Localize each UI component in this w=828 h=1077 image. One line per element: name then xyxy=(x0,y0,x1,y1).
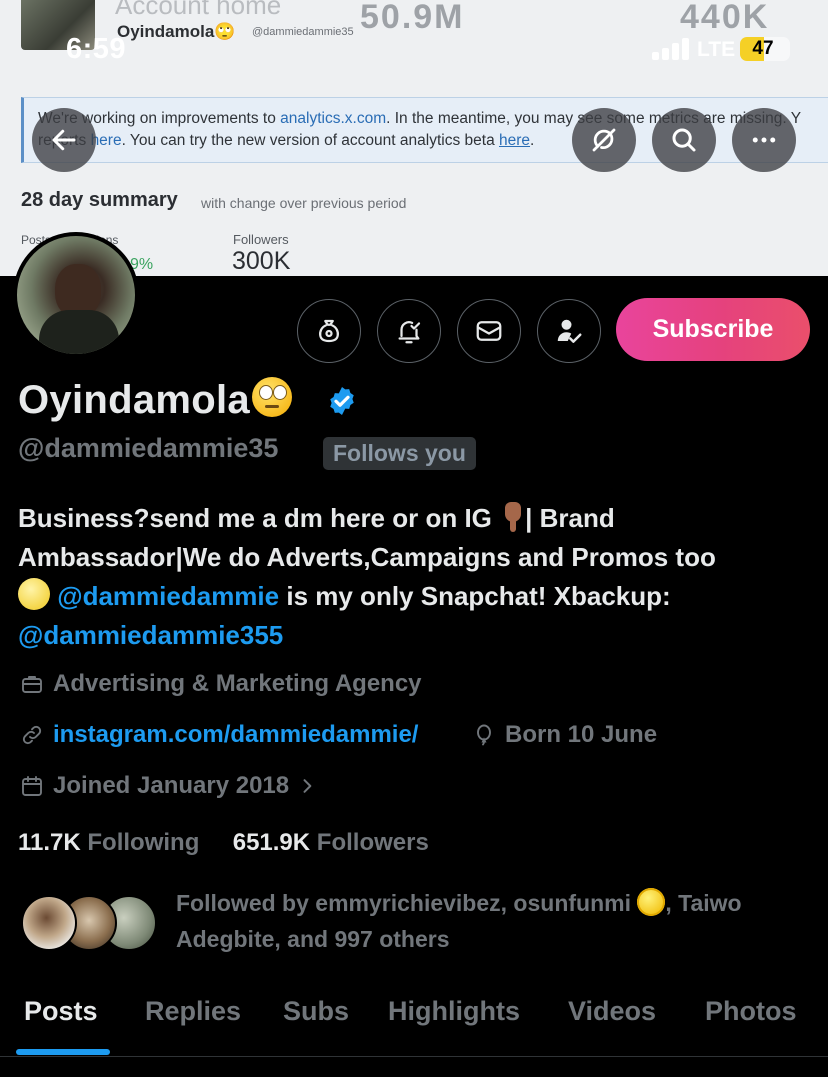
birthday-text: Born 10 June xyxy=(505,721,658,748)
money-bag-icon xyxy=(319,319,339,343)
tab-subs[interactable]: Subs xyxy=(283,996,349,1027)
arrow-left-icon xyxy=(52,129,76,151)
active-tab-indicator xyxy=(16,1049,110,1055)
follows-you-badge: Follows you xyxy=(323,437,476,470)
category-text: Advertising & Marketing Agency xyxy=(53,670,422,697)
notifications-button[interactable] xyxy=(377,299,441,363)
chevron-right-icon xyxy=(303,779,312,793)
following-button[interactable] xyxy=(537,299,601,363)
bio-text: is my only Snapchat! Xbackup: xyxy=(279,581,671,611)
profile-website[interactable]: instagram.com/dammiedammie/ xyxy=(20,721,418,749)
briefcase-icon xyxy=(22,676,42,693)
tip-button[interactable] xyxy=(297,299,361,363)
banner-ghost-number: 440K xyxy=(680,0,770,36)
pointing-down-hand-emoji-icon xyxy=(499,502,525,532)
message-button[interactable] xyxy=(457,299,521,363)
calendar-icon xyxy=(22,776,42,796)
banner-followers-label: Followers xyxy=(233,232,289,247)
followed-by-avatars[interactable] xyxy=(21,895,161,953)
bio-mention-link[interactable]: @dammiedammie xyxy=(57,581,279,611)
banner-mini-name: Oyindamola🙄 xyxy=(117,22,236,41)
notice-text: . xyxy=(530,132,535,149)
mail-icon xyxy=(476,321,502,341)
followed-by-part: Followed by emmyrichievibez, osunfunmi xyxy=(176,890,638,916)
notice-link: analytics.x.com xyxy=(280,110,387,127)
status-time: 6:59 xyxy=(66,33,127,65)
bio-mention-link[interactable]: @dammiedammie355 xyxy=(18,620,283,650)
verified-badge-icon[interactable] xyxy=(326,385,358,417)
banner-mini-handle: @dammiedammie35 xyxy=(252,26,354,38)
link-icon xyxy=(22,725,42,745)
bell-check-icon xyxy=(398,321,421,344)
banner-followers-value: 300K xyxy=(232,247,291,275)
more-button[interactable] xyxy=(732,108,796,172)
battery-percent: 47 xyxy=(752,38,774,59)
profile-bio: Business?send me a dm here or on IG | Br… xyxy=(18,499,818,655)
banner-summary-title: 28 day summary xyxy=(21,189,178,211)
person-check-icon xyxy=(557,319,582,343)
more-icon xyxy=(752,137,776,143)
signal-icon xyxy=(652,38,690,60)
banner-ghost-number: 50.9M xyxy=(360,0,465,36)
profile-avatar[interactable] xyxy=(13,232,139,358)
tab-videos[interactable]: Videos xyxy=(568,996,656,1027)
tab-highlights[interactable]: Highlights xyxy=(388,996,520,1027)
banner-ghost-title: Account home xyxy=(115,0,282,20)
profile-name: Oyindamola xyxy=(18,377,292,423)
following-label: Following xyxy=(87,829,200,856)
profile-birthday: Born 10 June xyxy=(472,721,657,749)
profile-tabs: Posts Replies Subs Highlights Videos Pho… xyxy=(0,985,828,1057)
star-emoji-icon xyxy=(637,888,666,916)
banner-summary-subtitle: with change over previous period xyxy=(201,195,407,211)
bio-text: Business?send me a dm here or on IG xyxy=(18,503,500,533)
profile-handle: @dammiedammie35 xyxy=(18,433,279,463)
joined-text: Joined January 2018 xyxy=(53,772,290,799)
eye-roll-emoji-icon xyxy=(251,377,292,417)
followed-by-text[interactable]: Followed by emmyrichievibez, osunfunmi ,… xyxy=(176,885,816,957)
back-button[interactable] xyxy=(32,108,96,172)
grok-button[interactable] xyxy=(572,108,636,172)
notice-link: here xyxy=(499,132,531,149)
profile-category: Advertising & Marketing Agency xyxy=(20,670,422,698)
tab-replies[interactable]: Replies xyxy=(145,996,241,1027)
following-link[interactable]: 11.7K Following xyxy=(18,829,199,856)
battery-icon: 47 xyxy=(740,37,790,61)
moon-face-emoji-icon xyxy=(18,578,50,610)
follow-stats: 11.7K Following 651.9K Followers xyxy=(18,829,429,857)
grok-icon xyxy=(592,128,616,152)
search-icon xyxy=(672,128,696,152)
followers-label: Followers xyxy=(316,829,429,856)
balloon-icon xyxy=(477,724,491,746)
tab-photos[interactable]: Photos xyxy=(705,996,797,1027)
search-button[interactable] xyxy=(652,108,716,172)
followers-count: 651.9K xyxy=(232,829,311,856)
network-type: LTE xyxy=(697,38,736,61)
profile-name-text: Oyindamola xyxy=(18,378,250,422)
tab-posts[interactable]: Posts xyxy=(24,996,98,1027)
followers-link[interactable]: 651.9K Followers xyxy=(233,829,429,856)
following-count: 11.7K xyxy=(18,829,81,856)
website-link[interactable]: instagram.com/dammiedammie/ xyxy=(53,721,418,749)
notice-text: . You can try the new version of account… xyxy=(121,132,499,149)
subscribe-button[interactable]: Subscribe xyxy=(616,298,810,361)
avatar xyxy=(21,895,77,951)
profile-joined[interactable]: Joined January 2018 xyxy=(20,772,326,800)
